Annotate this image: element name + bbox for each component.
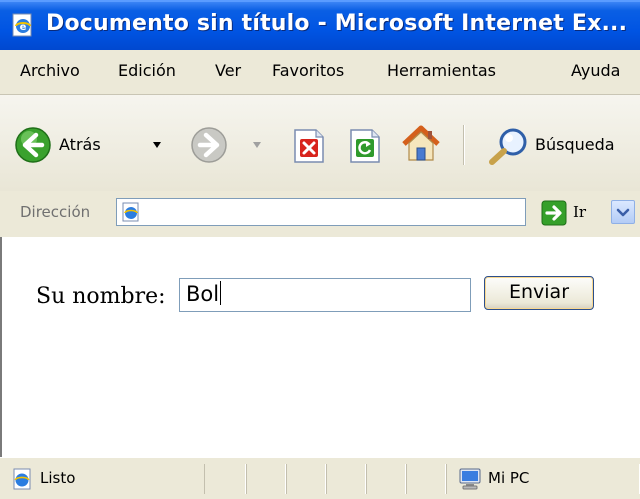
address-input[interactable] [116,198,635,226]
status-pane [406,464,446,494]
back-arrow-icon [15,127,51,163]
forward-dropdown-icon[interactable] [252,141,262,149]
menu-herramientas[interactable]: Herramientas [387,61,496,80]
chevron-down-icon [616,208,630,217]
name-label: Su nombre: [36,284,166,309]
name-input[interactable]: Bol [179,278,471,312]
go-button-label[interactable]: Ir [573,203,586,221]
forward-arrow-icon [191,127,227,163]
address-dropdown-button[interactable] [611,200,635,224]
menu-ver[interactable]: Ver [215,61,241,80]
standard-toolbar: Atrás Búsqueda [0,95,640,192]
my-computer-icon [459,468,481,490]
search-icon [489,128,527,165]
search-button[interactable]: Búsqueda [487,126,640,166]
menu-bar: Archivo Edición Ver Favoritos Herramient… [0,50,640,95]
status-pane [246,464,286,494]
status-bar: Listo Mi PC [0,457,640,499]
home-icon[interactable] [400,123,442,165]
ie-document-icon: e [12,13,32,37]
go-arrow-icon[interactable] [541,200,567,226]
menu-edicion[interactable]: Edición [118,61,176,80]
back-dropdown-icon[interactable] [152,141,162,149]
menu-favoritos[interactable]: Favoritos [272,61,344,80]
window-title: Documento sin título - Microsoft Interne… [46,11,628,36]
stop-icon[interactable] [292,128,326,164]
address-label: Dirección [20,203,91,221]
forward-button[interactable] [190,126,270,166]
svg-text:e: e [20,22,27,33]
browser-window: e Documento sin título - Microsoft Inter… [0,0,640,499]
status-pane [286,464,326,494]
ie-page-icon [13,468,31,490]
name-input-value: Bol [186,282,220,306]
back-label: Atrás [59,135,101,154]
status-pane [204,464,246,494]
text-caret [220,281,222,305]
refresh-icon[interactable] [348,128,382,164]
menu-archivo[interactable]: Archivo [20,61,80,80]
status-pane [366,464,406,494]
search-label: Búsqueda [535,135,615,154]
toolbar-separator [463,125,465,165]
page-content: Su nombre: Bol Enviar [0,237,640,457]
page-icon [122,202,139,222]
zone-text: Mi PC [488,469,530,487]
title-bar[interactable]: e Documento sin título - Microsoft Inter… [0,0,640,50]
submit-button[interactable]: Enviar [484,276,594,310]
address-bar: Dirección Ir [0,191,640,239]
status-text: Listo [40,469,76,487]
status-pane [326,464,366,494]
menu-ayuda[interactable]: Ayuda [571,61,620,80]
back-button[interactable]: Atrás [14,126,184,166]
